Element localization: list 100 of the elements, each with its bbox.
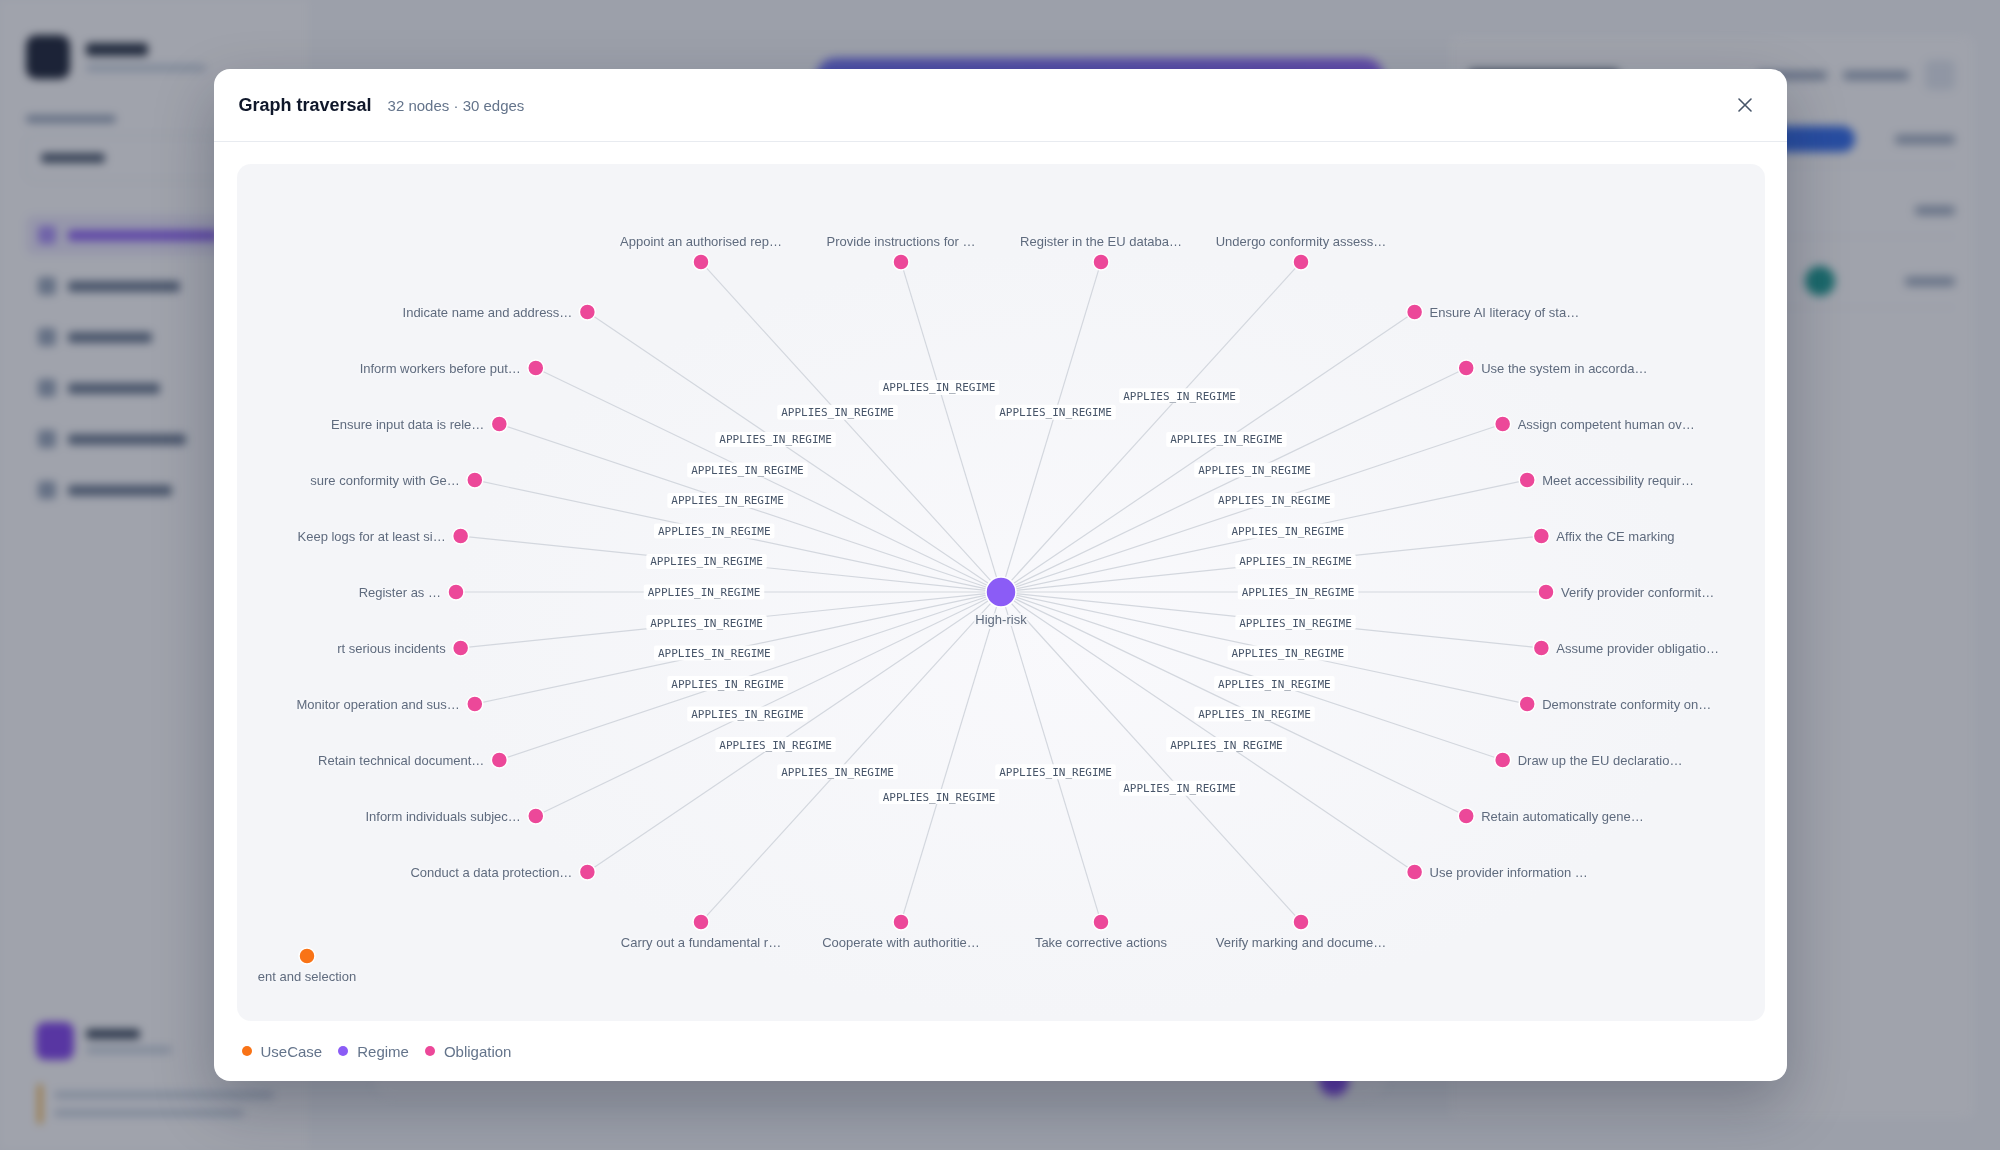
close-icon bbox=[1737, 98, 1752, 112]
node-label: Assume provider obligatio… bbox=[1555, 640, 1719, 656]
node-label: Meet accessibility requir… bbox=[1541, 472, 1694, 488]
node-label: Take corrective actions bbox=[1034, 935, 1167, 950]
node-label: Ensure input data is rele… bbox=[330, 416, 484, 432]
node-label: Register as … bbox=[358, 584, 441, 600]
obligation-node[interactable] bbox=[1405, 303, 1423, 321]
dialog-title: Graph traversal bbox=[238, 94, 372, 116]
graph-stats: 32 nodes · 30 edges bbox=[387, 96, 525, 114]
usecase-node[interactable] bbox=[297, 947, 316, 965]
obligation-node[interactable] bbox=[1532, 527, 1550, 545]
obligation-node[interactable] bbox=[465, 695, 484, 713]
graph-canvas[interactable] bbox=[236, 164, 1765, 1021]
node-label: sure conformity with Ge… bbox=[309, 472, 460, 488]
legend-label: UseCase bbox=[260, 1042, 323, 1060]
obligation-node[interactable] bbox=[526, 359, 545, 377]
relation-label: APPLIES_IN_REGIME bbox=[994, 764, 1116, 780]
relation-label: APPLIES_IN_REGIME bbox=[994, 404, 1116, 420]
relation-label: APPLIES_IN_REGIME bbox=[1165, 737, 1287, 753]
node-label: Conduct a data protection… bbox=[410, 864, 572, 880]
legend-label: Obligation bbox=[443, 1042, 512, 1060]
relation-label: APPLIES_IN_REGIME bbox=[1227, 523, 1348, 539]
obligation-node[interactable] bbox=[1405, 863, 1423, 881]
node-label: Monitor operation and sus… bbox=[296, 696, 460, 712]
node-label: Inform individuals subjec… bbox=[364, 808, 521, 824]
obligation-node[interactable] bbox=[1517, 471, 1536, 489]
relation-label: APPLIES_IN_REGIME bbox=[1213, 492, 1335, 508]
relation-label: APPLIES_IN_REGIME bbox=[1237, 584, 1358, 600]
relation-label: APPLIES_IN_REGIME bbox=[878, 789, 999, 805]
node-label: Undergo conformity assess… bbox=[1215, 234, 1386, 249]
obligation-node[interactable] bbox=[451, 527, 469, 545]
relation-label: APPLIES_IN_REGIME bbox=[1234, 554, 1356, 569]
relation-label: APPLIES_IN_REGIME bbox=[653, 523, 774, 539]
obligation-node[interactable] bbox=[1291, 253, 1310, 271]
node-label: Retain automatically gene… bbox=[1480, 808, 1644, 824]
relation-label: APPLIES_IN_REGIME bbox=[714, 431, 836, 447]
obligation-node[interactable] bbox=[1091, 253, 1110, 271]
obligation-node[interactable] bbox=[1291, 913, 1310, 931]
relation-label: APPLIES_IN_REGIME bbox=[1118, 780, 1240, 796]
obligation-node[interactable] bbox=[691, 913, 710, 931]
obligation-node[interactable] bbox=[490, 415, 508, 433]
relation-label: APPLIES_IN_REGIME bbox=[645, 554, 767, 569]
node-label: Affix the CE marking bbox=[1555, 528, 1675, 544]
node-label: rt serious incidents bbox=[336, 640, 446, 656]
relation-label: APPLIES_IN_REGIME bbox=[776, 764, 898, 780]
obligation-node[interactable] bbox=[1532, 639, 1550, 657]
relation-label: APPLIES_IN_REGIME bbox=[1118, 388, 1240, 404]
node-label: Demonstrate conformity on… bbox=[1541, 696, 1711, 712]
node-label: Use provider information … bbox=[1429, 864, 1588, 880]
relation-label: APPLIES_IN_REGIME bbox=[643, 584, 764, 600]
obligation-node[interactable] bbox=[1456, 807, 1475, 825]
obligation-node[interactable] bbox=[1536, 583, 1555, 601]
relation-label: APPLIES_IN_REGIME bbox=[645, 615, 767, 630]
node-label: High-risk bbox=[974, 612, 1027, 627]
node-label: Keep logs for at least si… bbox=[297, 528, 446, 544]
relation-label: APPLIES_IN_REGIME bbox=[686, 706, 808, 722]
obligation-node[interactable] bbox=[578, 863, 596, 881]
node-label: Ensure AI literacy of sta… bbox=[1429, 304, 1579, 320]
relation-label: APPLIES_IN_REGIME bbox=[1193, 462, 1315, 478]
obligation-node[interactable] bbox=[446, 583, 465, 601]
node-label: Retain technical document… bbox=[317, 752, 484, 768]
obligation-node[interactable] bbox=[1493, 751, 1511, 769]
relation-label: APPLIES_IN_REGIME bbox=[1227, 645, 1348, 661]
node-label: Assign competent human ov… bbox=[1517, 416, 1695, 432]
obligation-node[interactable] bbox=[691, 253, 710, 271]
node-label: Inform workers before put… bbox=[359, 360, 521, 376]
legend-label: Regime bbox=[357, 1042, 409, 1060]
relation-label: APPLIES_IN_REGIME bbox=[878, 379, 999, 395]
relation-label: APPLIES_IN_REGIME bbox=[1234, 615, 1356, 630]
relation-label: APPLIES_IN_REGIME bbox=[776, 404, 898, 420]
obligation-node[interactable] bbox=[1091, 913, 1110, 931]
relation-label: APPLIES_IN_REGIME bbox=[686, 462, 808, 478]
regime-node[interactable] bbox=[984, 576, 1017, 608]
node-label: Indicate name and address… bbox=[402, 304, 572, 320]
node-label: Verify provider conformit… bbox=[1560, 584, 1714, 600]
node-label: Provide instructions for … bbox=[826, 234, 975, 249]
obligation-node[interactable] bbox=[1517, 695, 1536, 713]
node-label: Appoint an authorised rep… bbox=[619, 234, 782, 249]
relation-label: APPLIES_IN_REGIME bbox=[666, 492, 788, 508]
obligation-node[interactable] bbox=[578, 303, 596, 321]
relation-label: APPLIES_IN_REGIME bbox=[1165, 431, 1287, 447]
relation-label: APPLIES_IN_REGIME bbox=[653, 645, 774, 661]
node-label: Register in the EU databa… bbox=[1019, 234, 1182, 249]
node-label: Use the system in accorda… bbox=[1480, 360, 1647, 376]
obligation-node[interactable] bbox=[891, 253, 910, 271]
relation-label: APPLIES_IN_REGIME bbox=[714, 737, 836, 753]
obligation-node[interactable] bbox=[526, 807, 545, 825]
obligation-node[interactable] bbox=[891, 913, 910, 931]
node-label: Cooperate with authoritie… bbox=[821, 935, 980, 950]
node-label: Verify marking and docume… bbox=[1215, 935, 1386, 950]
obligation-node[interactable] bbox=[490, 751, 508, 769]
node-label: ent and selection bbox=[257, 969, 356, 984]
obligation-node[interactable] bbox=[1493, 415, 1511, 433]
relation-label: APPLIES_IN_REGIME bbox=[666, 676, 788, 692]
obligation-node[interactable] bbox=[465, 471, 484, 489]
node-label: Draw up the EU declaratio… bbox=[1517, 752, 1682, 768]
relation-label: APPLIES_IN_REGIME bbox=[1193, 706, 1315, 722]
node-label: Carry out a fundamental r… bbox=[620, 935, 781, 950]
obligation-node[interactable] bbox=[451, 639, 469, 657]
obligation-node[interactable] bbox=[1456, 359, 1475, 377]
